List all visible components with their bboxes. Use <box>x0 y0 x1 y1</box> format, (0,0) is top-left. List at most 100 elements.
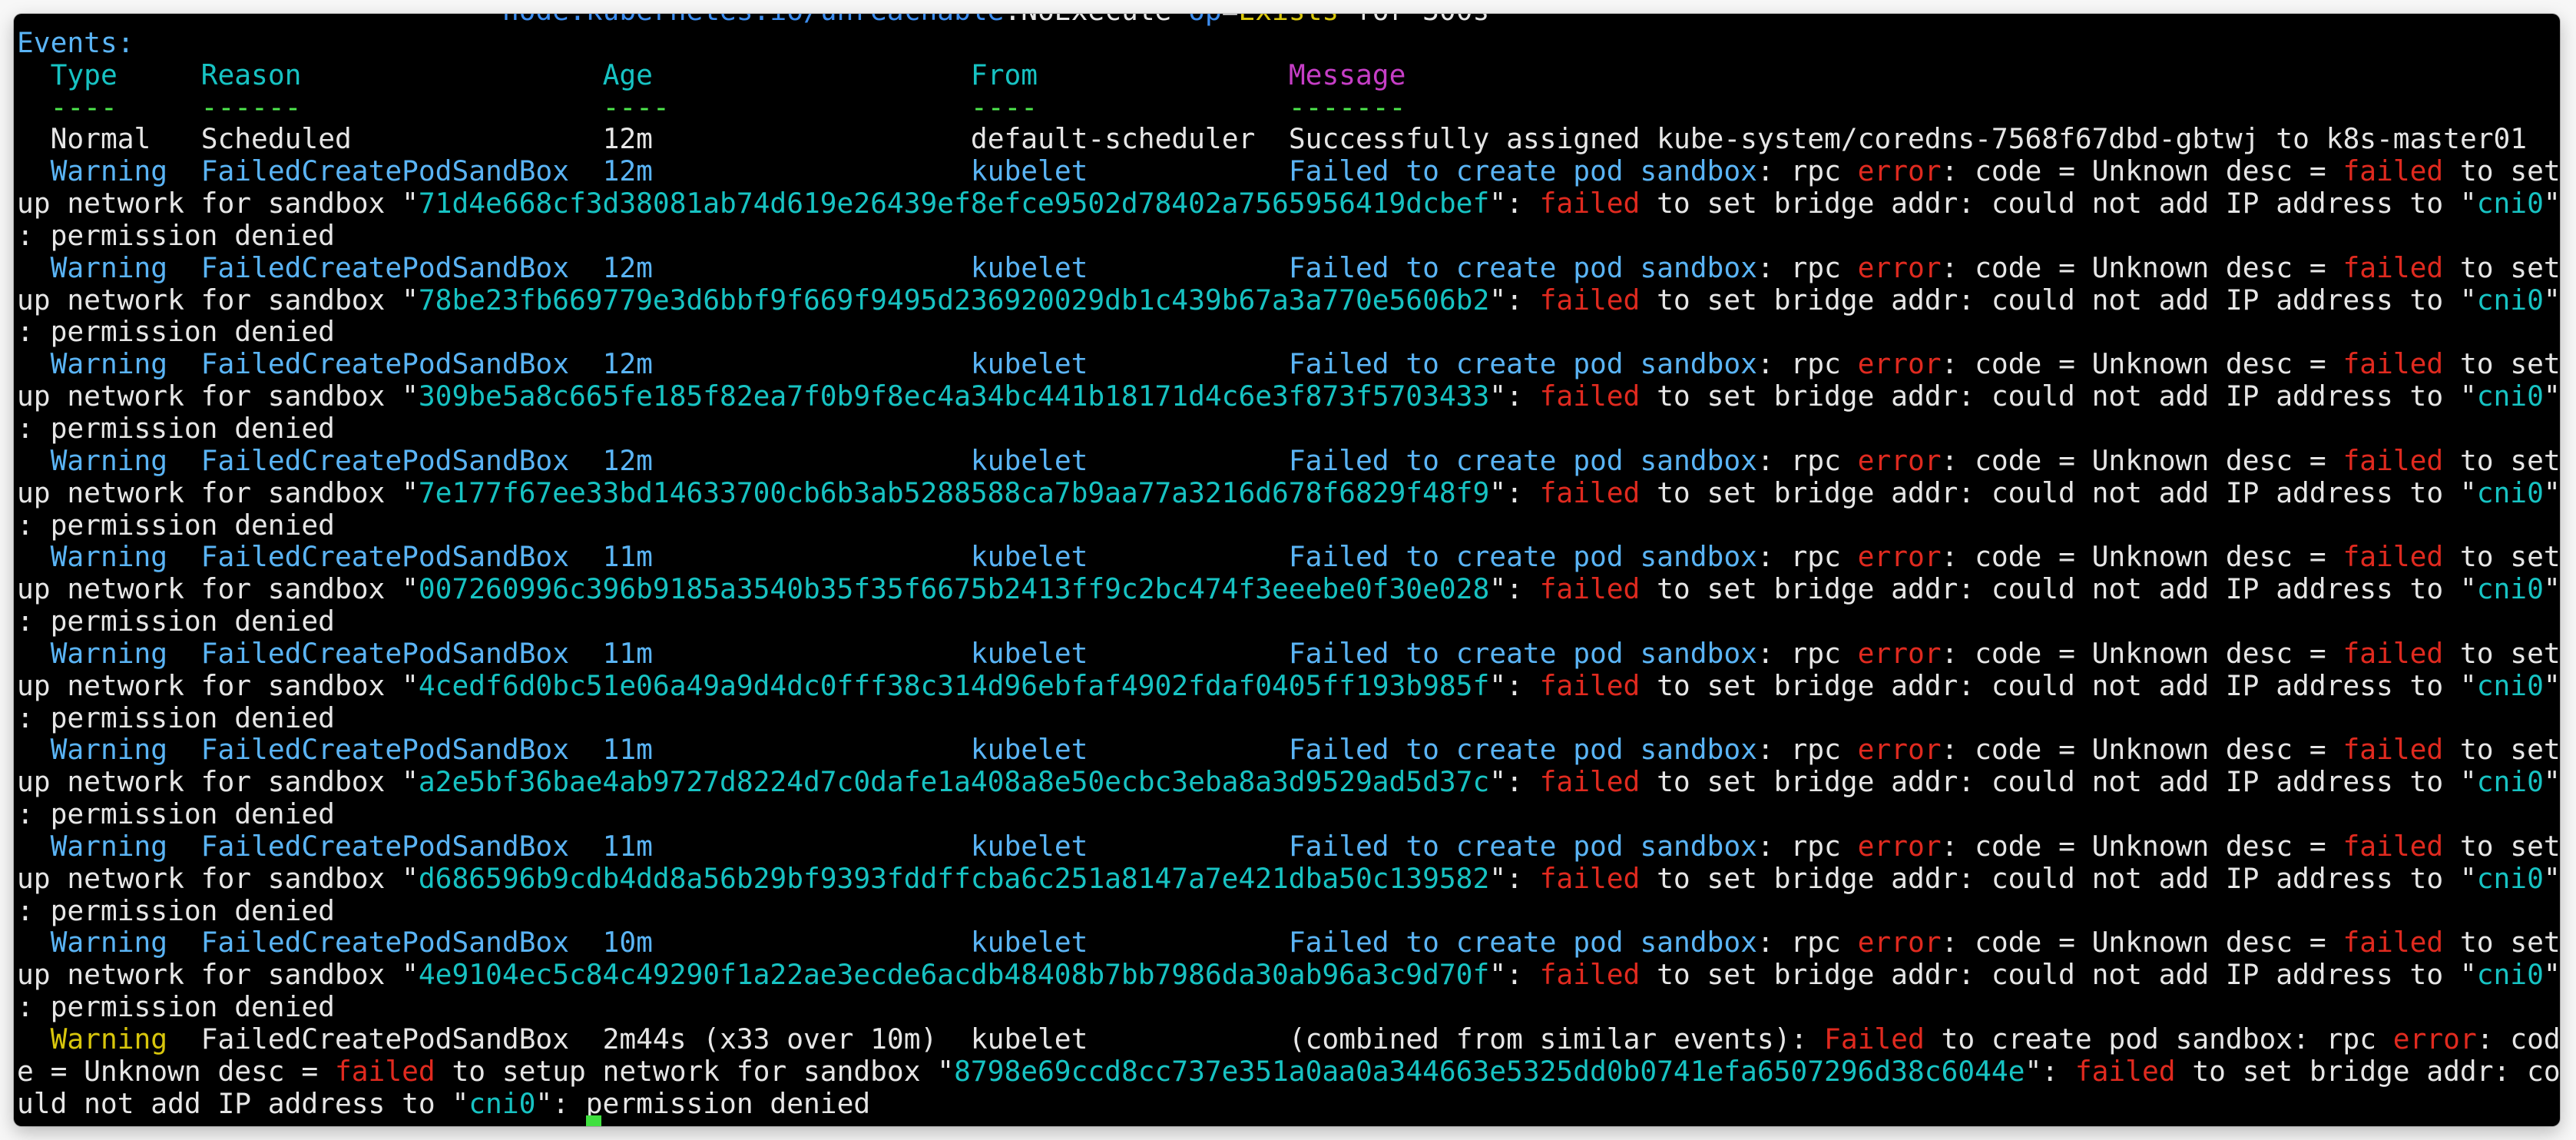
event-message: Failed to create pod sandbox <box>1288 636 1757 670</box>
event-message: Failed to create pod sandbox <box>1288 347 1757 381</box>
event-from: kubelet <box>970 443 1088 477</box>
terminal-line: Type Reason Age From Message <box>17 58 2560 91</box>
sandbox-id: 007260996c396b9185a3540b35f35f6675b2413f… <box>418 572 1490 606</box>
terminal-text: " <box>2543 379 2560 413</box>
terminal-text: : permission denied <box>17 893 335 927</box>
event-from: kubelet <box>970 636 1088 670</box>
column-divider: ---- <box>602 90 670 124</box>
terminal-line: : permission denied <box>17 218 2560 252</box>
event-from: kubelet <box>970 250 1088 284</box>
terminal-line: Warning FailedCreatePodSandBox 11m kubel… <box>17 830 2560 863</box>
terminal-text: : permission denied <box>17 218 335 252</box>
terminal-line: ---- ------ ---- ---- ------- <box>17 91 2560 124</box>
column-divider: ------- <box>1288 90 1406 124</box>
terminal-text: : code = Unknown desc = <box>1941 829 2343 863</box>
terminal-text: : permission denied <box>17 411 335 445</box>
terminal-text: up network for sandbox " <box>17 572 419 606</box>
error-keyword: failed <box>1539 187 1641 220</box>
event-age: 11m <box>602 540 653 574</box>
event-reason: FailedCreatePodSandBox <box>200 829 569 863</box>
terminal-text: ": <box>1489 572 1540 606</box>
event-message: Failed to create pod sandbox <box>1288 829 1757 863</box>
error-keyword: failed <box>2343 926 2444 959</box>
event-from: kubelet <box>970 926 1088 959</box>
column-header-age: Age <box>602 58 653 91</box>
error-keyword: failed <box>2343 829 2444 863</box>
terminal-text: to set bridge addr: could not add IP add… <box>1640 765 2477 799</box>
terminal-text: Exists <box>1238 14 1339 27</box>
interface-name: cni0 <box>2476 187 2544 220</box>
terminal-text: " <box>2543 958 2560 992</box>
interface-name: cni0 <box>2476 283 2544 316</box>
event-age: 2m44s (x33 over 10m) <box>602 1022 938 1055</box>
terminal-text: : code = Unknown desc = <box>1941 540 2343 574</box>
interface-name: cni0 <box>2476 572 2544 606</box>
event-message: Failed to create pod sandbox <box>1288 250 1757 284</box>
error-keyword: error <box>1857 154 1942 188</box>
terminal-text: : permission denied <box>17 508 335 542</box>
event-message: Failed to create pod sandbox <box>1288 443 1757 477</box>
terminal-text: to set <box>2443 347 2560 381</box>
interface-name: cni0 <box>2476 668 2544 702</box>
terminal-line: : permission denied <box>17 413 2560 445</box>
error-keyword: failed <box>2343 347 2444 381</box>
error-keyword: failed <box>1539 765 1641 799</box>
event-age: 10m <box>602 926 653 959</box>
sandbox-id: d686596b9cdb4dd8a56b29bf9393fddffcba6c25… <box>418 861 1490 895</box>
error-keyword: failed <box>2343 540 2444 574</box>
error-keyword: failed <box>2343 443 2444 477</box>
error-keyword: error <box>1857 250 1942 284</box>
terminal-line: : permission denied <box>17 701 2560 734</box>
terminal-line: up network for sandbox "4cedf6d0bc51e06a… <box>17 668 2560 702</box>
terminal-window[interactable]: node.kubernetes.io/unreachable:NoExecute… <box>14 14 2560 1126</box>
terminal-text: to set <box>2443 733 2560 767</box>
terminal-text: up network for sandbox " <box>17 861 419 895</box>
event-from: kubelet <box>970 154 1088 188</box>
error-keyword: failed <box>1539 861 1641 895</box>
terminal-line: : permission denied <box>17 991 2560 1023</box>
terminal-text: : code = Unknown desc = <box>1941 250 2343 284</box>
terminal-line: Normal Scheduled 12m default-scheduler S… <box>17 123 2560 155</box>
terminal-text: to set bridge addr: could not add IP add… <box>1640 476 2477 509</box>
event-message: Failed to create pod sandbox <box>1288 926 1757 959</box>
terminal-text: ": <box>1489 476 1540 509</box>
error-keyword: error <box>1857 443 1942 477</box>
event-age: 11m <box>602 733 653 767</box>
event-from: kubelet <box>970 733 1088 767</box>
terminal-text: failed <box>334 1054 435 1088</box>
terminal-line: node.kubernetes.io/unreachable:NoExecute… <box>17 14 2560 27</box>
terminal-text: uld not add IP address to " <box>17 1086 469 1120</box>
terminal-cursor <box>586 1115 602 1126</box>
column-header-type: Type <box>50 58 118 91</box>
terminal-text: to set bridge addr: could not add IP add… <box>1640 668 2477 702</box>
column-header-from: From <box>970 58 1038 91</box>
event-reason: FailedCreatePodSandBox <box>200 733 569 767</box>
terminal-text: to set bridge addr: could not add IP add… <box>1640 572 2477 606</box>
event-type: Warning <box>50 1022 168 1055</box>
event-type: Warning <box>50 540 168 574</box>
terminal-line: up network for sandbox "78be23fb669779e3… <box>17 283 2560 316</box>
event-reason: FailedCreatePodSandBox <box>200 1022 569 1055</box>
event-type: Warning <box>50 250 168 284</box>
terminal-text: ": <box>2025 1054 2075 1088</box>
event-age: 12m <box>602 347 653 381</box>
column-divider: ---- <box>970 90 1038 124</box>
terminal-line: : permission denied <box>17 509 2560 542</box>
terminal-text: ": <box>1489 765 1540 799</box>
terminal-text: up network for sandbox " <box>17 476 419 509</box>
terminal-text: Failed <box>1824 1022 1925 1055</box>
terminal-text: : code = Unknown desc = <box>1941 926 2343 959</box>
terminal-text: to set <box>2443 926 2560 959</box>
terminal-text: error <box>2392 1022 2477 1055</box>
interface-name: cni0 <box>2476 958 2544 992</box>
sandbox-id: a2e5bf36bae4ab9727d8224d7c0dafe1a408a8e5… <box>418 765 1490 799</box>
error-keyword: error <box>1857 733 1942 767</box>
terminal-text: " <box>2543 476 2560 509</box>
event-message: Failed to create pod sandbox <box>1288 154 1757 188</box>
terminal-text: ": <box>1489 187 1540 220</box>
terminal-text: : rpc <box>1757 926 1858 959</box>
terminal-text: up network for sandbox " <box>17 379 419 413</box>
terminal-text: ": <box>1489 861 1540 895</box>
column-header-message: Message <box>1288 58 1406 91</box>
terminal-text: : permission denied <box>17 797 335 831</box>
